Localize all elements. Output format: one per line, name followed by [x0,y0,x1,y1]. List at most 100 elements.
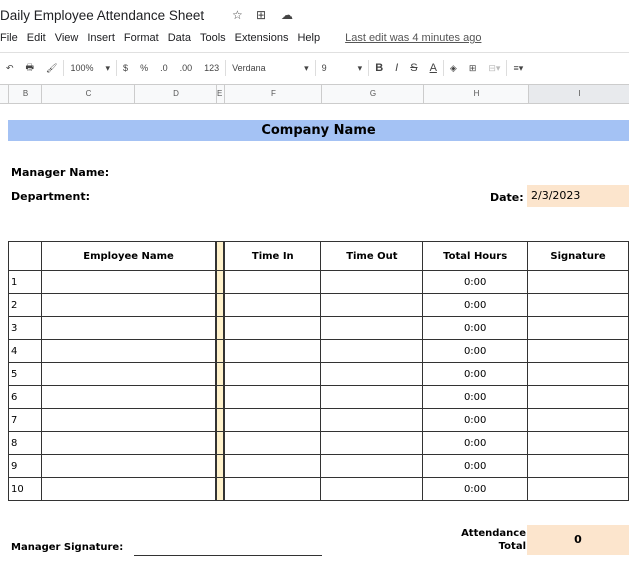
time-in-cell[interactable] [223,270,322,294]
time-out-cell[interactable] [320,362,424,386]
menu-tools[interactable]: Tools [200,32,226,44]
signature-cell[interactable] [527,362,629,386]
fill-color-icon[interactable]: ◈ [450,63,457,74]
total-hours-cell[interactable]: 0:00 [422,362,529,386]
strikethrough-button[interactable]: S [410,62,417,74]
chevron-down-icon[interactable]: ▾ [304,63,309,74]
employee-name-cell[interactable] [40,339,217,363]
time-in-cell[interactable] [223,316,322,340]
time-out-cell[interactable] [320,408,424,432]
zoom-select[interactable]: 100% [70,63,93,73]
cloud-status-icon[interactable]: ☁ [281,8,293,22]
signature-cell[interactable] [527,477,629,501]
time-out-cell[interactable] [320,431,424,455]
italic-button[interactable]: I [395,62,398,74]
time-out-cell[interactable] [320,316,424,340]
column-header-g[interactable]: G [321,85,424,103]
borders-icon[interactable]: ⊞ [469,63,477,74]
font-size-select[interactable]: 9 [322,63,346,73]
signature-cell[interactable] [527,431,629,455]
employee-name-cell[interactable] [40,477,217,501]
star-icon[interactable]: ☆ [232,8,243,22]
employee-name-cell[interactable] [40,431,217,455]
signature-cell[interactable] [527,270,629,294]
total-hours-cell[interactable]: 0:00 [422,385,529,409]
time-out-cell[interactable] [320,339,424,363]
chevron-down-icon[interactable]: ▾ [106,63,111,74]
time-out-cell[interactable] [320,454,424,478]
last-edit-link[interactable]: Last edit was 4 minutes ago [345,32,481,44]
time-out-cell[interactable] [320,270,424,294]
column-header-f[interactable]: F [224,85,322,103]
increase-decimal-button[interactable]: .00 [180,63,193,73]
menu-insert[interactable]: Insert [87,32,115,44]
menu-extensions[interactable]: Extensions [235,32,289,44]
manager-signature-line[interactable] [134,555,322,556]
menu-edit[interactable]: Edit [27,32,46,44]
total-hours-cell[interactable]: 0:00 [422,316,529,340]
total-hours-cell[interactable]: 0:00 [422,431,529,455]
time-in-cell[interactable] [223,385,322,409]
employee-name-cell[interactable] [40,316,217,340]
merge-cells-icon[interactable]: ⊟▾ [488,63,500,74]
signature-cell[interactable] [527,408,629,432]
signature-cell[interactable] [527,293,629,317]
total-hours-cell[interactable]: 0:00 [422,293,529,317]
header-time-in: Time In [223,241,322,271]
company-name-cell[interactable]: Company Name [8,120,629,141]
bold-button[interactable]: B [375,62,383,74]
font-select[interactable]: Verdana [232,63,292,73]
employee-name-cell[interactable] [40,293,217,317]
align-icon[interactable]: ≡▾ [513,63,523,74]
signature-cell[interactable] [527,454,629,478]
decrease-decimal-button[interactable]: .0 [160,63,168,73]
total-hours-cell[interactable]: 0:00 [422,270,529,294]
time-in-cell[interactable] [223,431,322,455]
row-number: 2 [8,293,42,317]
total-hours-cell[interactable]: 0:00 [422,454,529,478]
currency-button[interactable]: $ [123,63,128,73]
column-header-c[interactable]: C [41,85,135,103]
total-hours-cell[interactable]: 0:00 [422,408,529,432]
column-header-h[interactable]: H [423,85,529,103]
attendance-total-cell[interactable]: 0 [527,525,629,555]
employee-name-cell[interactable] [40,385,217,409]
date-cell[interactable]: 2/3/2023 [527,185,629,207]
column-header-i[interactable]: I [528,85,629,103]
more-formats-button[interactable]: 123 [204,63,219,73]
time-in-cell[interactable] [223,339,322,363]
employee-name-cell[interactable] [40,270,217,294]
time-out-cell[interactable] [320,293,424,317]
menu-format[interactable]: Format [124,32,159,44]
time-in-cell[interactable] [223,362,322,386]
menu-file[interactable]: File [0,32,18,44]
time-in-cell[interactable] [223,408,322,432]
signature-cell[interactable] [527,339,629,363]
signature-cell[interactable] [527,316,629,340]
signature-cell[interactable] [527,385,629,409]
column-header-d[interactable]: D [134,85,217,103]
time-out-cell[interactable] [320,385,424,409]
employee-name-cell[interactable] [40,408,217,432]
move-folder-icon[interactable]: ⊞ [256,8,266,22]
paint-format-icon[interactable]: 🖌 [46,63,57,74]
menu-help[interactable]: Help [297,32,320,44]
column-header-b[interactable]: B [8,85,42,103]
menu-view[interactable]: View [55,32,79,44]
time-out-cell[interactable] [320,477,424,501]
total-hours-cell[interactable]: 0:00 [422,477,529,501]
time-in-cell[interactable] [223,454,322,478]
divider-cell [215,293,226,317]
employee-name-cell[interactable] [40,454,217,478]
print-icon[interactable]: 🖶 [26,60,35,76]
menu-data[interactable]: Data [168,32,191,44]
time-in-cell[interactable] [223,477,322,501]
undo-icon[interactable]: ↶ [6,63,14,74]
employee-name-cell[interactable] [40,362,217,386]
text-color-button[interactable]: A [430,62,437,74]
doc-title[interactable]: Daily Employee Attendance Sheet [0,8,204,23]
percent-button[interactable]: % [140,63,148,73]
total-hours-cell[interactable]: 0:00 [422,339,529,363]
time-in-cell[interactable] [223,293,322,317]
chevron-down-icon[interactable]: ▾ [358,63,363,74]
